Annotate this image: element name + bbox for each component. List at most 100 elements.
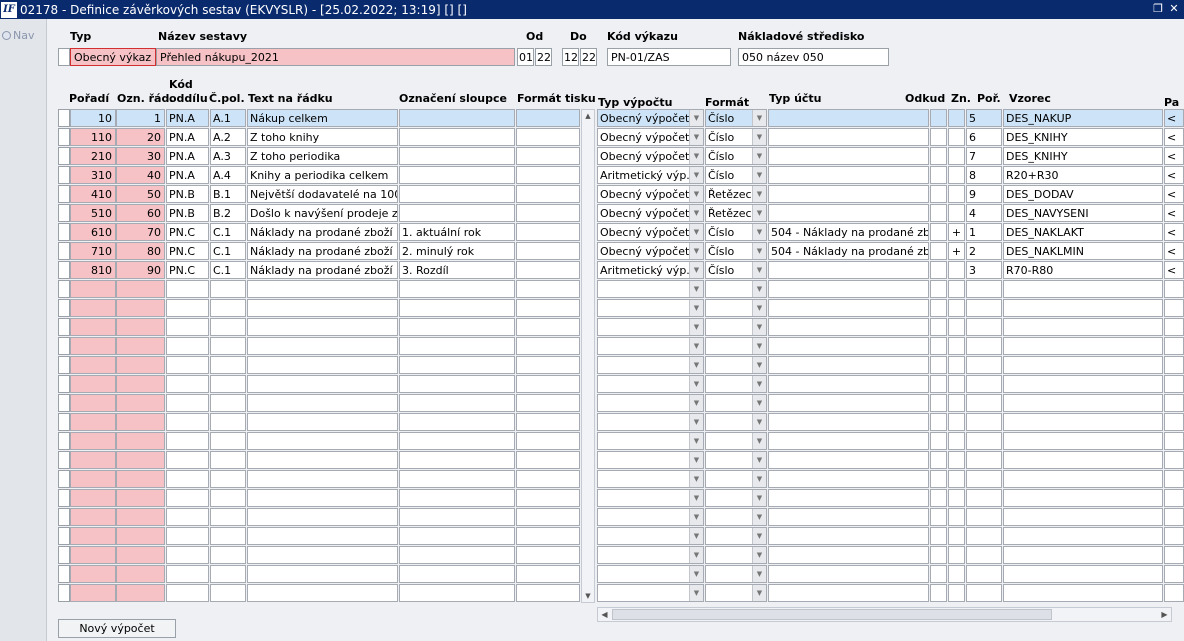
- cell-oznaceni[interactable]: [399, 299, 515, 317]
- cell-format[interactable]: Číslo ▼: [705, 128, 767, 146]
- cell-format-tisku[interactable]: [516, 318, 580, 336]
- cell-poradi[interactable]: [70, 337, 116, 355]
- scroll-up-icon[interactable]: ▲: [582, 110, 594, 122]
- cell-format[interactable]: ▼: [705, 584, 767, 602]
- cell-por[interactable]: [966, 508, 1002, 526]
- cell-kod-oddilu[interactable]: [166, 356, 209, 374]
- cell-vzorec[interactable]: DES_KNIHY: [1003, 128, 1163, 146]
- cell-oznaceni[interactable]: [399, 375, 515, 393]
- cell-text[interactable]: Z toho periodika: [247, 147, 398, 165]
- scroll-down-icon[interactable]: ▼: [582, 590, 594, 602]
- cell-oznaceni[interactable]: [399, 470, 515, 488]
- cell-typ-uctu[interactable]: 504 - Náklady na prodané zboží: [768, 223, 929, 241]
- cell-text[interactable]: [247, 413, 398, 431]
- cell-por[interactable]: 2: [966, 242, 1002, 260]
- cell-zn[interactable]: [948, 489, 965, 507]
- cell-c-pol[interactable]: [210, 508, 246, 526]
- cell-oznaceni[interactable]: [399, 584, 515, 602]
- cell-ozn-rad[interactable]: [116, 584, 165, 602]
- cell-c-pol[interactable]: [210, 489, 246, 507]
- cell-format-tisku[interactable]: [516, 128, 580, 146]
- cell-zn[interactable]: [948, 337, 965, 355]
- cell-pa[interactable]: <: [1164, 166, 1184, 184]
- cell-typ-uctu[interactable]: [768, 527, 929, 545]
- cell-format[interactable]: Řetězec ▼: [705, 204, 767, 222]
- cell-oznaceni[interactable]: [399, 451, 515, 469]
- cell-format[interactable]: ▼: [705, 546, 767, 564]
- cell-pa[interactable]: [1164, 375, 1184, 393]
- kod-vykazu-field[interactable]: PN-01/ZAS: [607, 48, 731, 66]
- cell-c-pol[interactable]: [210, 527, 246, 545]
- cell-pa[interactable]: [1164, 337, 1184, 355]
- cell-typ-uctu[interactable]: [768, 261, 929, 279]
- cell-typ-vypoctu[interactable]: ▼: [597, 337, 704, 355]
- cell-c-pol[interactable]: [210, 546, 246, 564]
- chevron-down-icon[interactable]: ▼: [752, 395, 766, 411]
- cell-format-tisku[interactable]: [516, 451, 580, 469]
- cell-kod-oddilu[interactable]: PN.B: [166, 185, 209, 203]
- cell-poradi[interactable]: [70, 546, 116, 564]
- cell-format-tisku[interactable]: [516, 223, 580, 241]
- cell-format-tisku[interactable]: [516, 489, 580, 507]
- cell-poradi[interactable]: 10: [70, 109, 116, 127]
- cell-poradi[interactable]: [70, 394, 116, 412]
- cell-por[interactable]: [966, 356, 1002, 374]
- row-selector[interactable]: [58, 375, 70, 393]
- chevron-down-icon[interactable]: ▼: [752, 414, 766, 430]
- cell-format-tisku[interactable]: [516, 185, 580, 203]
- chevron-down-icon[interactable]: ▼: [752, 452, 766, 468]
- cell-odkud[interactable]: [930, 356, 947, 374]
- cell-oznaceni[interactable]: [399, 508, 515, 526]
- cell-poradi[interactable]: [70, 318, 116, 336]
- cell-typ-vypoctu[interactable]: ▼: [597, 508, 704, 526]
- od-month-field[interactable]: 01: [517, 48, 534, 66]
- chevron-down-icon[interactable]: ▼: [752, 110, 766, 126]
- cell-typ-vypoctu[interactable]: ▼: [597, 280, 704, 298]
- cell-format[interactable]: Řetězec ▼: [705, 185, 767, 203]
- do-day-field[interactable]: 22: [580, 48, 597, 66]
- cell-por[interactable]: [966, 432, 1002, 450]
- cell-c-pol[interactable]: A.4: [210, 166, 246, 184]
- cell-vzorec[interactable]: [1003, 584, 1163, 602]
- cell-odkud[interactable]: [930, 337, 947, 355]
- cell-odkud[interactable]: [930, 508, 947, 526]
- cell-poradi[interactable]: [70, 432, 116, 450]
- cell-por[interactable]: [966, 584, 1002, 602]
- cell-odkud[interactable]: [930, 527, 947, 545]
- cell-odkud[interactable]: [930, 128, 947, 146]
- chevron-down-icon[interactable]: ▼: [689, 471, 703, 487]
- cell-ozn-rad[interactable]: [116, 280, 165, 298]
- cell-typ-uctu[interactable]: [768, 204, 929, 222]
- cell-pa[interactable]: [1164, 299, 1184, 317]
- cell-por[interactable]: 9: [966, 185, 1002, 203]
- cell-odkud[interactable]: [930, 546, 947, 564]
- restore-icon[interactable]: ❐: [1152, 2, 1164, 15]
- cell-vzorec[interactable]: [1003, 527, 1163, 545]
- row-selector[interactable]: [58, 166, 70, 184]
- cell-format[interactable]: Číslo ▼: [705, 242, 767, 260]
- cell-zn[interactable]: [948, 508, 965, 526]
- cell-pa[interactable]: <: [1164, 185, 1184, 203]
- cell-typ-uctu[interactable]: [768, 299, 929, 317]
- chevron-down-icon[interactable]: ▼: [752, 338, 766, 354]
- cell-c-pol[interactable]: [210, 432, 246, 450]
- cell-typ-uctu[interactable]: [768, 508, 929, 526]
- cell-ozn-rad[interactable]: [116, 318, 165, 336]
- cell-zn[interactable]: [948, 109, 965, 127]
- cell-ozn-rad[interactable]: [116, 375, 165, 393]
- cell-format[interactable]: ▼: [705, 432, 767, 450]
- cell-kod-oddilu[interactable]: PN.A: [166, 147, 209, 165]
- cell-vzorec[interactable]: [1003, 299, 1163, 317]
- cell-text[interactable]: Knihy a periodika celkem: [247, 166, 398, 184]
- cell-oznaceni[interactable]: 1. aktuální rok: [399, 223, 515, 241]
- cell-format-tisku[interactable]: [516, 280, 580, 298]
- cell-format-tisku[interactable]: [516, 413, 580, 431]
- cell-typ-vypoctu[interactable]: ▼: [597, 584, 704, 602]
- cell-typ-vypoctu[interactable]: Obecný výpočet ▼: [597, 242, 704, 260]
- cell-format[interactable]: ▼: [705, 451, 767, 469]
- cell-c-pol[interactable]: [210, 451, 246, 469]
- chevron-down-icon[interactable]: ▼: [689, 547, 703, 563]
- cell-format[interactable]: ▼: [705, 527, 767, 545]
- cell-poradi[interactable]: 610: [70, 223, 116, 241]
- cell-zn[interactable]: [948, 432, 965, 450]
